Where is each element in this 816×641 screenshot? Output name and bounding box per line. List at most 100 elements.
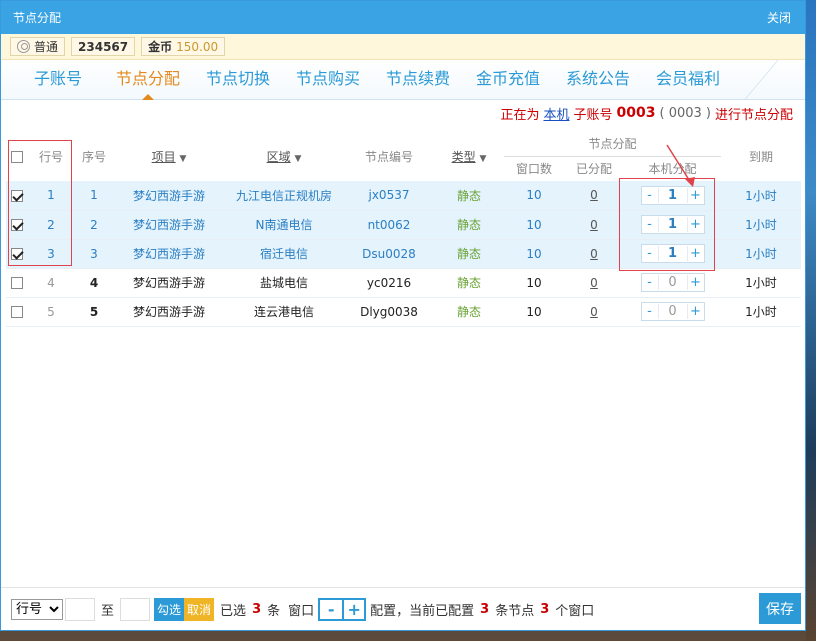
titlebar: 节点分配 关闭 <box>1 1 805 34</box>
node-id: yc0216 <box>344 268 434 298</box>
project: 梦幻西游手游 <box>114 297 224 327</box>
window-title: 节点分配 <box>13 11 62 25</box>
account-number: 0003 <box>616 105 656 121</box>
configured-count: 3 <box>480 601 490 617</box>
range-from-input[interactable] <box>65 597 95 621</box>
decrement-button[interactable]: - <box>642 275 658 290</box>
window-count: 10 <box>504 210 564 240</box>
table-row[interactable]: 4 4 梦幻西游手游 盐城电信 yc0216 静态 10 0 -0 + 1小时 <box>6 268 801 298</box>
save-button[interactable]: 保存 <box>759 593 801 624</box>
region: N南通电信 <box>224 210 344 240</box>
to-label: 至 <box>101 603 115 619</box>
region: 连云港电信 <box>224 297 344 327</box>
annotation-arrow-icon <box>666 144 695 187</box>
expire: 1小时 <box>721 239 801 269</box>
sort-down-icon: ▼ <box>179 153 187 164</box>
config-text: 配置，当前已配置 <box>370 603 475 619</box>
col-seq: 序号 <box>81 149 106 164</box>
range-field-select[interactable]: 行号 <box>11 598 63 620</box>
selected-count: 3 <box>252 601 262 617</box>
allocated-link[interactable]: 0 <box>590 276 598 290</box>
tab-node-renew[interactable]: 节点续费 <box>373 65 463 99</box>
row-checkbox[interactable] <box>11 277 23 289</box>
tab-member-benefits[interactable]: 会员福利 <box>643 65 733 99</box>
expire: 1小时 <box>721 210 801 240</box>
increment-button[interactable]: + <box>688 275 704 290</box>
row-checkbox[interactable] <box>11 306 23 318</box>
allocated-link[interactable]: 0 <box>590 247 598 261</box>
type: 静态 <box>434 268 504 298</box>
check-button[interactable]: 勾选 <box>154 597 185 621</box>
node-text: 条节点 <box>495 603 535 619</box>
stepper-value[interactable]: 0 <box>657 304 688 319</box>
col-project[interactable]: 项目 ▼ <box>114 131 224 181</box>
project: 梦幻西游手游 <box>114 268 224 298</box>
node-id: jx0537 <box>344 181 434 211</box>
window-count: 10 <box>504 268 564 298</box>
row-no: 4 <box>28 268 74 298</box>
info-mid: 子账号 <box>573 107 613 123</box>
col-type[interactable]: 类型 ▼ <box>434 131 504 181</box>
allocated-link[interactable]: 0 <box>590 188 598 202</box>
expire: 1小时 <box>721 181 801 211</box>
stepper-value[interactable]: 0 <box>657 275 688 290</box>
project: 梦幻西游手游 <box>114 210 224 240</box>
tab-node-switch[interactable]: 节点切换 <box>193 65 283 99</box>
col-region[interactable]: 区域 ▼ <box>224 131 344 181</box>
sort-down-icon: ▼ <box>294 153 302 164</box>
close-button[interactable]: 关闭 <box>767 9 791 26</box>
range-to-input[interactable] <box>120 597 151 621</box>
region: 九江电信正规机房 <box>224 181 344 211</box>
window-label: 窗口 <box>288 603 315 619</box>
seq: 2 <box>74 210 114 240</box>
user-bar: 普通 234567 金币 150.00 <box>1 34 805 60</box>
plus-button[interactable]: + <box>342 599 364 619</box>
selected-label: 已选 <box>220 603 247 619</box>
window-stepper: - + <box>318 597 367 621</box>
seq: 1 <box>74 181 114 211</box>
window-count: 10 <box>504 297 564 327</box>
local-alloc-stepper: -0 + <box>640 302 705 321</box>
user-icon <box>17 40 30 53</box>
allocated-link[interactable]: 0 <box>590 305 598 319</box>
allocation-info: 正在为 本机 子账号 0003 ( 0003 ) 进行节点分配 <box>1 100 805 126</box>
tab-node-allocation[interactable]: 节点分配 <box>103 65 193 100</box>
decrement-button[interactable]: - <box>642 304 658 319</box>
row-no: 5 <box>28 297 74 327</box>
seq: 3 <box>74 239 114 269</box>
window-count: 10 <box>504 239 564 269</box>
node-id: nt0062 <box>344 210 434 240</box>
region: 盐城电信 <box>224 268 344 298</box>
sort-down-icon: ▼ <box>479 153 487 164</box>
info-prefix: 正在为 <box>500 107 540 123</box>
unit-tiao: 条 <box>267 603 281 619</box>
node-id: Dsu0028 <box>344 239 434 269</box>
tab-bar: 子账号 节点分配 节点切换 节点购买 节点续费 金币充值 系统公告 会员福利 <box>1 60 805 100</box>
tab-sub-account[interactable]: 子账号 <box>13 65 103 99</box>
col-window-count: 窗口数 <box>515 162 552 177</box>
tab-coin-recharge[interactable]: 金币充值 <box>463 65 553 99</box>
minus-button[interactable]: - <box>320 600 342 619</box>
project: 梦幻西游手游 <box>114 181 224 211</box>
project: 梦幻西游手游 <box>114 239 224 269</box>
tab-node-purchase[interactable]: 节点购买 <box>283 65 373 99</box>
window-count: 10 <box>504 181 564 211</box>
user-level-badge: 普通 <box>10 37 66 56</box>
local-machine-link[interactable]: 本机 <box>543 104 569 123</box>
col-expire: 到期 <box>748 149 773 164</box>
account-paren: ( 0003 ) <box>659 105 711 121</box>
increment-button[interactable]: + <box>688 304 704 319</box>
coin-value: 150.00 <box>176 39 219 54</box>
cancel-button[interactable]: 取消 <box>184 597 215 621</box>
annotation-box-rows <box>8 140 72 266</box>
allocated-link[interactable]: 0 <box>590 218 598 232</box>
type: 静态 <box>434 181 504 211</box>
annotation-box-stepper <box>619 178 715 271</box>
window-count: 3 <box>540 601 550 617</box>
region: 宿迁电信 <box>224 239 344 269</box>
type: 静态 <box>434 297 504 327</box>
local-alloc-stepper: -0 + <box>640 273 705 292</box>
tab-announcements[interactable]: 系统公告 <box>553 65 643 99</box>
table-row[interactable]: 5 5 梦幻西游手游 连云港电信 Dlyg0038 静态 10 0 -0 + 1小… <box>6 297 801 327</box>
user-level: 普通 <box>34 40 59 54</box>
